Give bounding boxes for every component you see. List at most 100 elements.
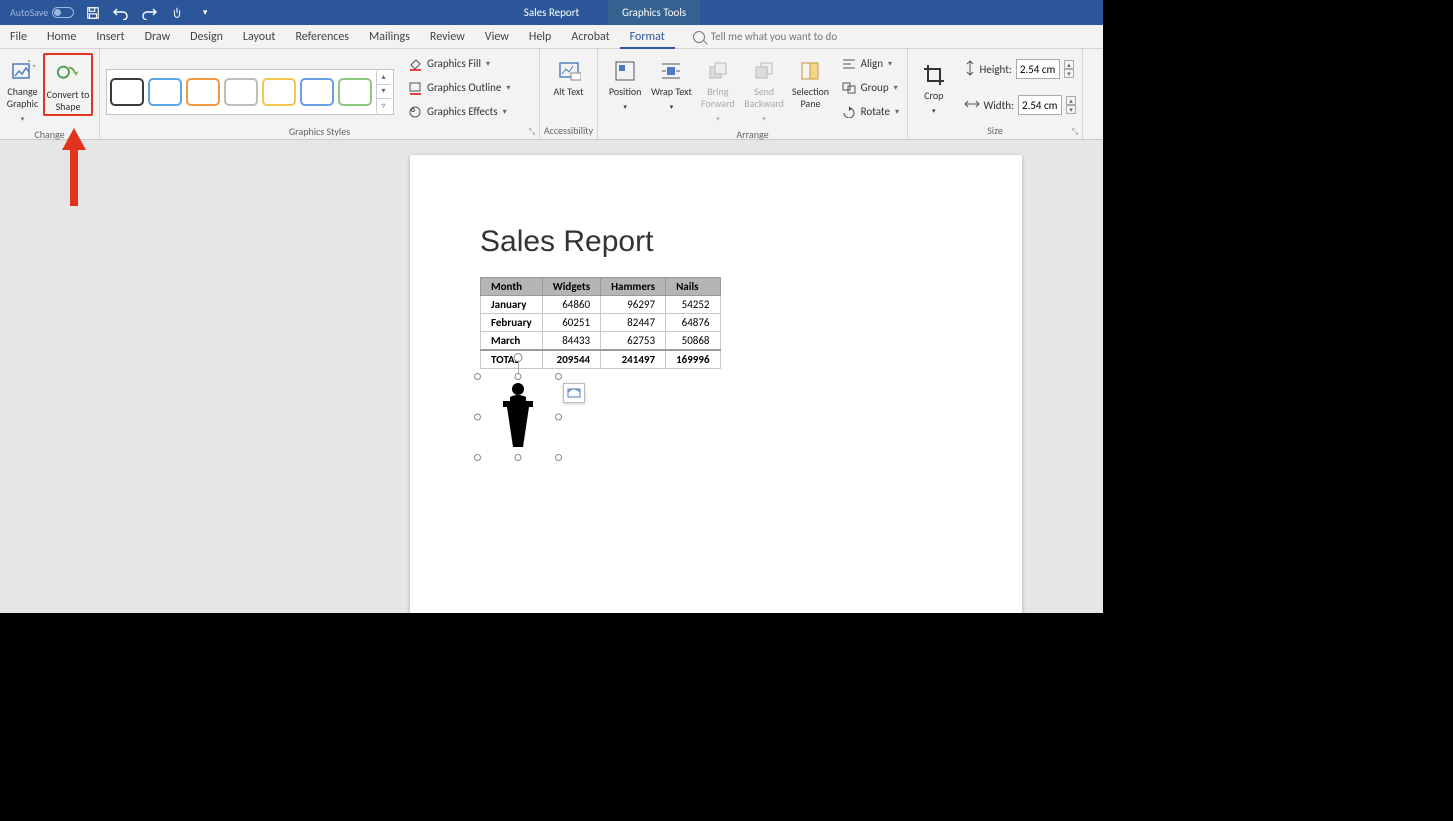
group-button[interactable]: Group	[840, 77, 901, 98]
titlebar: AutoSave ▾ Sales Report Graphics Tools	[0, 0, 1103, 25]
page: Sales Report Month Widgets Hammers Nails…	[410, 155, 1022, 613]
document-area[interactable]: Sales Report Month Widgets Hammers Nails…	[0, 140, 1103, 613]
convert-to-shape-button[interactable]: Convert to Shape	[46, 56, 90, 113]
resize-handle[interactable]	[474, 373, 481, 380]
align-label: Align	[861, 57, 883, 70]
tell-me-placeholder: Tell me what you want to do	[711, 30, 837, 43]
graphics-effects-label: Graphics Effects	[427, 105, 498, 118]
touch-mode-icon[interactable]	[168, 4, 186, 22]
group-accessibility-label: Accessibility	[540, 125, 597, 139]
tell-me-search[interactable]: Tell me what you want to do	[693, 30, 837, 43]
style-gallery[interactable]: ▴▾▿	[106, 69, 394, 115]
context-tab-graphics-tools[interactable]: Graphics Tools	[608, 0, 700, 25]
style-swatch[interactable]	[110, 78, 144, 106]
tab-draw[interactable]: Draw	[135, 25, 181, 49]
qat-customize-icon[interactable]: ▾	[196, 4, 214, 22]
selected-graphic[interactable]	[478, 377, 558, 457]
height-spinner[interactable]: ▴▾	[1064, 60, 1074, 78]
rotate-icon	[842, 105, 856, 119]
send-backward-icon	[752, 59, 776, 83]
style-swatch[interactable]	[300, 78, 334, 106]
styles-dialog-launcher[interactable]: ⤡	[527, 127, 537, 137]
rotate-label: Rotate	[861, 105, 890, 118]
width-input[interactable]	[1018, 95, 1062, 115]
convert-to-shape-label: Convert to Shape	[46, 89, 90, 113]
alt-text-icon	[557, 59, 581, 83]
search-icon	[693, 31, 705, 43]
undo-icon[interactable]	[112, 4, 130, 22]
group-arrange: Position▾ Wrap Text▾ Bring Forward▾ Send…	[598, 49, 908, 139]
change-graphic-icon	[11, 59, 35, 83]
graphics-outline-button[interactable]: Graphics Outline	[406, 77, 512, 98]
layout-options-button[interactable]	[563, 383, 585, 403]
graphics-effects-button[interactable]: Graphics Effects	[406, 101, 512, 122]
size-dialog-launcher[interactable]: ⤡	[1070, 127, 1080, 137]
alt-text-button[interactable]: Alt Text	[547, 53, 591, 98]
annotation-arrow	[62, 128, 86, 208]
height-input[interactable]	[1016, 59, 1060, 79]
bring-forward-icon	[706, 59, 730, 83]
group-styles-label: Graphics Styles	[100, 126, 539, 140]
group-accessibility: Alt Text Accessibility	[540, 49, 598, 139]
resize-handle[interactable]	[555, 414, 562, 421]
style-swatch[interactable]	[148, 78, 182, 106]
rotate-handle[interactable]	[514, 353, 523, 362]
resize-handle[interactable]	[515, 454, 522, 461]
bring-forward-label: Bring Forward	[697, 86, 739, 110]
send-backward-label: Send Backward	[743, 86, 785, 110]
resize-handle[interactable]	[555, 373, 562, 380]
rotate-button[interactable]: Rotate	[840, 101, 901, 122]
tab-references[interactable]: References	[285, 25, 359, 49]
align-button[interactable]: Align	[840, 53, 901, 74]
col-header: Widgets	[542, 278, 600, 296]
crop-button[interactable]: Crop▾	[914, 57, 954, 117]
tab-view[interactable]: View	[475, 25, 519, 49]
table-row: January648609629754252	[481, 296, 721, 314]
tab-format[interactable]: Format	[620, 25, 675, 49]
resize-handle[interactable]	[474, 454, 481, 461]
tab-design[interactable]: Design	[180, 25, 233, 49]
width-icon	[964, 98, 980, 113]
change-graphic-label: Change Graphic	[6, 86, 39, 110]
style-swatch[interactable]	[262, 78, 296, 106]
tab-mailings[interactable]: Mailings	[359, 25, 420, 49]
tab-layout[interactable]: Layout	[233, 25, 286, 49]
style-swatch[interactable]	[224, 78, 258, 106]
tab-review[interactable]: Review	[420, 25, 475, 49]
tab-help[interactable]: Help	[519, 25, 562, 49]
group-size: Crop▾ Height: ▴▾ Width: ▴▾	[908, 49, 1083, 139]
save-icon[interactable]	[84, 4, 102, 22]
resize-handle[interactable]	[515, 373, 522, 380]
fill-icon	[408, 57, 422, 71]
group-graphics-styles: ▴▾▿ Graphics Fill Graphics Outline Graph…	[100, 49, 540, 139]
change-graphic-button[interactable]: Change Graphic ▾	[6, 53, 39, 125]
podium-speaker-icon	[478, 381, 558, 451]
graphics-fill-button[interactable]: Graphics Fill	[406, 53, 512, 74]
tab-insert[interactable]: Insert	[86, 25, 134, 49]
resize-handle[interactable]	[474, 414, 481, 421]
ribbon: Change Graphic ▾ Convert to Shape Change	[0, 49, 1103, 140]
selection-pane-button[interactable]: Selection Pane	[789, 53, 831, 110]
tab-acrobat[interactable]: Acrobat	[561, 25, 619, 49]
tab-file[interactable]: File	[0, 25, 37, 49]
autosave-toggle[interactable]: AutoSave	[10, 6, 74, 19]
send-backward-button[interactable]: Send Backward▾	[743, 53, 785, 125]
wrap-text-button[interactable]: Wrap Text▾	[650, 53, 692, 113]
autosave-label: AutoSave	[10, 6, 48, 19]
col-header: Month	[481, 278, 543, 296]
resize-handle[interactable]	[555, 454, 562, 461]
group-icon	[842, 81, 856, 95]
wrap-text-label: Wrap Text	[651, 86, 692, 98]
tab-home[interactable]: Home	[37, 25, 86, 49]
bring-forward-button[interactable]: Bring Forward▾	[697, 53, 739, 125]
group-change: Change Graphic ▾ Convert to Shape Change	[0, 49, 100, 139]
style-swatch[interactable]	[186, 78, 220, 106]
style-swatch[interactable]	[338, 78, 372, 106]
redo-icon[interactable]	[140, 4, 158, 22]
position-button[interactable]: Position▾	[604, 53, 646, 113]
outline-icon	[408, 81, 422, 95]
group-label: Group	[861, 81, 889, 94]
width-spinner[interactable]: ▴▾	[1066, 96, 1076, 114]
app-window: AutoSave ▾ Sales Report Graphics Tools F…	[0, 0, 1103, 613]
gallery-scroll[interactable]: ▴▾▿	[376, 71, 390, 113]
